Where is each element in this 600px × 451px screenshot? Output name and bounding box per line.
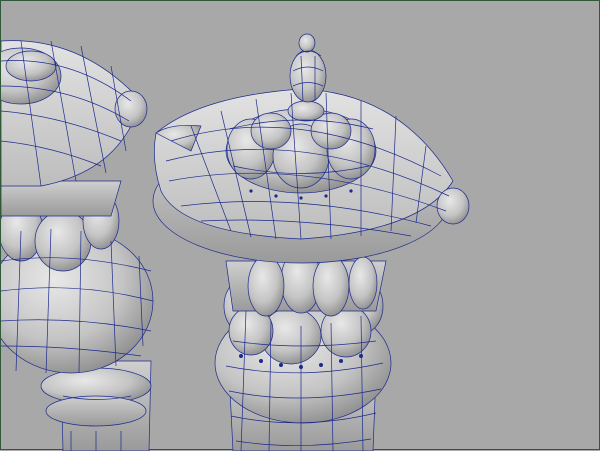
pagoda-lantern-left — [1, 40, 154, 451]
3d-viewport[interactable] — [0, 0, 600, 451]
wireframe-render — [1, 33, 470, 451]
pagoda-lantern-right — [152, 33, 470, 451]
